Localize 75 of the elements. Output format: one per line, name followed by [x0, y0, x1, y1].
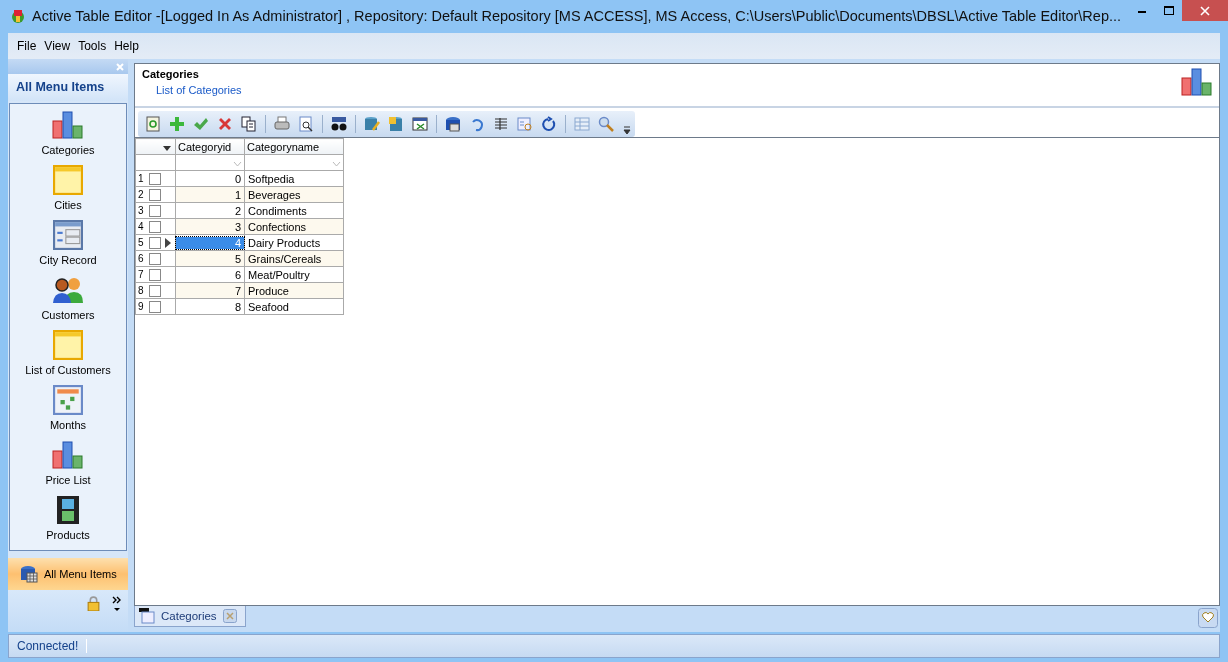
row-number: 2 — [138, 189, 145, 200]
column-header[interactable]: Categoryname — [244, 138, 344, 155]
table-cell[interactable]: 5 — [176, 252, 244, 265]
table-cell[interactable]: 0 — [176, 172, 244, 185]
navigation-group-button[interactable]: All Menu Items — [8, 558, 128, 591]
row-checkbox[interactable] — [149, 204, 161, 217]
table-cell-text: Meat/Poultry — [247, 268, 311, 281]
note-icon — [52, 164, 84, 195]
menu-item[interactable]: File — [16, 39, 38, 53]
table-cell[interactable]: 3 — [176, 220, 244, 233]
table-cell-text: Softpedia — [247, 172, 296, 185]
row-number: 3 — [138, 205, 145, 216]
table-cell-text: Confections — [247, 220, 308, 233]
row-number: 4 — [138, 221, 145, 232]
table-cell[interactable]: 2 — [176, 204, 244, 217]
sidebar-item[interactable]: Categories — [9, 109, 127, 165]
bar-chart-icon — [52, 439, 84, 470]
dropdown-arrow-icon[interactable] — [163, 145, 171, 151]
sidebar-item[interactable]: Customers — [9, 274, 127, 330]
page-subtitle: List of Categories — [155, 84, 242, 96]
row-checkbox[interactable] — [149, 172, 161, 185]
table-cell-text: Dairy Products — [247, 236, 322, 249]
row-checkbox[interactable] — [149, 300, 161, 313]
sidebar-item[interactable]: City Record — [9, 219, 127, 275]
sidebar-title: All Menu Items — [8, 74, 128, 101]
row-checkbox[interactable] — [149, 236, 161, 249]
menu-item[interactable]: View — [43, 39, 72, 53]
row-number: 1 — [138, 173, 145, 184]
row-checkbox[interactable] — [149, 284, 161, 297]
page-title: Categories — [142, 68, 200, 80]
table-cell-text: Produce — [247, 284, 290, 297]
maximize-icon — [1163, 5, 1174, 16]
tab-close-icon[interactable] — [222, 609, 237, 623]
row-checkbox[interactable] — [149, 188, 161, 201]
row-number: 7 — [138, 269, 145, 280]
table-icon — [139, 608, 155, 624]
row-pointer-icon — [165, 237, 171, 248]
table-cell-text: Beverages — [247, 188, 302, 201]
app-icon — [10, 7, 26, 24]
row-number: 9 — [138, 301, 145, 312]
row-number: 6 — [138, 253, 145, 264]
sidebar-item[interactable]: List of Customers — [9, 329, 127, 385]
bar-chart-icon — [52, 109, 84, 140]
status-text: Connected! — [9, 639, 88, 653]
bar-chart-icon — [1181, 68, 1213, 96]
menu-item[interactable]: Help — [113, 39, 140, 53]
table-cell[interactable]: 1 — [176, 188, 244, 201]
close-icon — [1200, 5, 1210, 16]
table-cell-text: Grains/Cereals — [247, 252, 323, 265]
row-number: 5 — [138, 237, 145, 248]
table-cell[interactable]: 6 — [176, 268, 244, 281]
document-tab[interactable]: Categories — [134, 606, 246, 627]
row-checkbox[interactable] — [149, 220, 161, 233]
note-icon — [52, 329, 84, 360]
sidebar-item[interactable]: Products — [9, 494, 127, 550]
table-cell[interactable]: 7 — [176, 284, 244, 297]
table-cell-text: Condiments — [247, 204, 308, 217]
sidebar-item[interactable]: Price List — [9, 439, 127, 495]
form-icon — [52, 219, 84, 250]
row-checkbox[interactable] — [149, 252, 161, 265]
filter-dropdown-icon[interactable] — [332, 160, 341, 167]
table-cell[interactable]: 8 — [176, 300, 244, 313]
padlock-icon[interactable] — [87, 596, 100, 612]
row-number: 8 — [138, 285, 145, 296]
window-title: Active Table Editor -[Logged In As Administrator] , Repository: Default Repository [MS ACCESS], MS Access, C:\Users\Public\Documents\DBSL\Active Table Editor\Rep... — [32, 7, 1123, 24]
menu-item[interactable]: Tools — [77, 39, 108, 53]
calendar-icon — [52, 384, 84, 415]
column-header[interactable]: Categoryid — [175, 138, 245, 155]
row-checkbox[interactable] — [149, 268, 161, 281]
table-cell-text: Seafood — [247, 300, 290, 313]
database-table-icon — [20, 565, 38, 584]
filter-dropdown-icon[interactable] — [233, 160, 242, 167]
sidebar-item[interactable]: Months — [9, 384, 127, 440]
overflow-icon[interactable] — [623, 125, 631, 135]
sidebar-item[interactable]: Cities — [9, 164, 127, 220]
